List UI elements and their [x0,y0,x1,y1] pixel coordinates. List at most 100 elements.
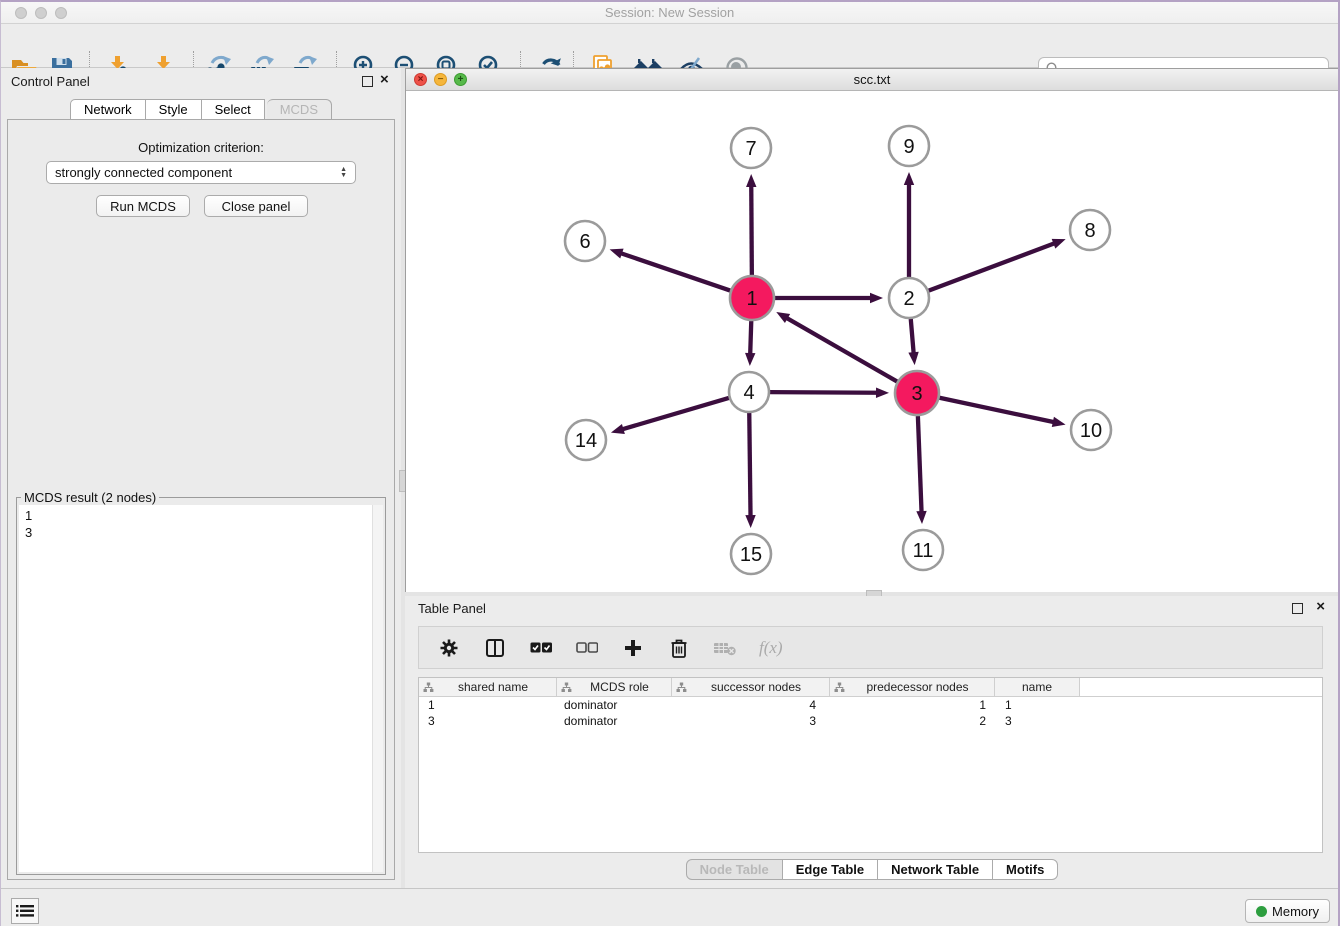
close-table-panel-button[interactable]: × [1316,598,1325,615]
cell-predecessor-nodes[interactable]: 1 [830,698,995,712]
unselect-all-columns-button[interactable] [575,636,599,660]
mcds-result-text[interactable]: 1 3 [19,505,383,872]
graph-node-4[interactable]: 4 [729,372,769,412]
column-label: MCDS role [572,680,667,694]
delete-column-button[interactable] [667,636,691,660]
table-tabs: Node Table Edge Table Network Table Moti… [405,859,1339,880]
function-builder-button: f(x) [759,638,783,658]
node-table: shared name MCDS role successor nodes [418,677,1323,853]
window-title: Session: New Session [1,5,1338,20]
tab-edge-table[interactable]: Edge Table [783,859,878,880]
column-label: shared name [434,680,552,694]
graph-node-1[interactable]: 1 [730,276,774,320]
graph-node-9[interactable]: 9 [889,126,929,166]
memory-label: Memory [1272,904,1319,919]
network-canvas[interactable]: 7 9 6 8 1 2 4 3 14 10 15 11 [406,91,1338,592]
mcds-panel: Optimization criterion: strongly connect… [7,119,395,880]
tab-select[interactable]: Select [202,99,265,120]
svg-text:9: 9 [903,136,914,158]
float-table-panel-button[interactable] [1292,603,1303,614]
svg-text:2: 2 [903,288,914,310]
tab-network-table[interactable]: Network Table [878,859,993,880]
graph-node-15[interactable]: 15 [731,534,771,574]
column-header-successor-nodes[interactable]: successor nodes [672,678,830,696]
plus-icon [623,638,643,658]
graph-node-7[interactable]: 7 [731,128,771,168]
svg-text:6: 6 [579,231,590,253]
cell-name[interactable]: 1 [995,698,1080,712]
cell-mcds-role[interactable]: dominator [557,698,672,712]
split-table-view-button[interactable] [483,636,507,660]
graph-node-2[interactable]: 2 [889,278,929,318]
result-scrollbar[interactable] [372,505,383,872]
mcds-result-group: MCDS result (2 nodes) 1 3 [16,497,386,875]
cell-predecessor-nodes[interactable]: 2 [830,714,995,728]
svg-text:11: 11 [913,540,934,562]
main-toolbar [1,24,1338,68]
close-panel-action-button[interactable]: Close panel [204,195,308,217]
svg-text:3: 3 [911,383,922,405]
table-panel-title: Table Panel [418,601,486,616]
table-row[interactable]: 3 dominator 3 2 3 [419,713,1322,729]
add-column-button[interactable] [621,636,645,660]
split-columns-icon [485,638,505,658]
tab-node-table[interactable]: Node Table [686,859,783,880]
unchecked-boxes-icon [576,642,598,654]
svg-text:10: 10 [1080,420,1102,442]
svg-text:8: 8 [1084,220,1095,242]
select-stepper-icon: ▲▼ [340,167,347,179]
memory-status-icon [1256,906,1267,917]
table-panel: Table Panel × [405,596,1339,888]
column-label: predecessor nodes [845,680,990,694]
cell-name[interactable]: 3 [995,714,1080,728]
tab-style[interactable]: Style [146,99,202,120]
svg-text:1: 1 [746,288,757,310]
column-header-mcds-role[interactable]: MCDS role [557,678,672,696]
graph-node-3[interactable]: 3 [895,371,939,415]
svg-text:14: 14 [575,430,597,452]
optimization-criterion-value: strongly connected component [55,165,232,180]
cell-shared-name[interactable]: 1 [419,698,557,712]
optimization-criterion-select[interactable]: strongly connected component ▲▼ [46,161,356,184]
close-panel-button[interactable]: × [380,71,389,88]
cell-mcds-role[interactable]: dominator [557,714,672,728]
run-mcds-label: Run MCDS [110,199,176,214]
table-settings-button[interactable] [437,636,461,660]
column-type-icon [423,682,434,693]
run-mcds-button[interactable]: Run MCDS [96,195,190,217]
graph-node-8[interactable]: 8 [1070,210,1110,250]
cell-successor-nodes[interactable]: 3 [672,714,830,728]
column-label: name [999,680,1075,694]
task-history-button[interactable] [11,898,39,924]
delete-table-button [713,636,737,660]
tab-mcds[interactable]: MCDS [267,99,332,120]
app-window: Session: New Session [0,0,1340,926]
cell-shared-name[interactable]: 3 [419,714,557,728]
memory-button[interactable]: Memory [1245,899,1330,923]
column-header-predecessor-nodes[interactable]: predecessor nodes [830,678,995,696]
select-all-columns-button[interactable] [529,636,553,660]
mcds-result-title: MCDS result (2 nodes) [21,490,159,505]
gear-icon [439,638,459,658]
column-type-icon [834,682,845,693]
network-window-title: scc.txt [406,72,1338,87]
network-window-titlebar: × − + scc.txt [406,69,1338,91]
control-panel: Control Panel × Network Style Select MCD… [1,68,401,888]
column-header-shared-name[interactable]: shared name [419,678,557,696]
network-view-window: × − + scc.txt 7 9 6 8 1 2 4 3 14 10 15 11 [405,68,1339,592]
table-row[interactable]: 1 dominator 4 1 1 [419,697,1322,713]
svg-text:4: 4 [743,382,754,404]
svg-text:7: 7 [745,138,756,160]
cell-successor-nodes[interactable]: 4 [672,698,830,712]
optimization-criterion-label: Optimization criterion: [8,140,394,155]
float-panel-button[interactable] [362,76,373,87]
network-graph[interactable]: 7 9 6 8 1 2 4 3 14 10 15 11 [406,91,1338,592]
graph-node-14[interactable]: 14 [566,420,606,460]
tab-network[interactable]: Network [70,99,146,120]
tab-motifs[interactable]: Motifs [993,859,1058,880]
graph-node-11[interactable]: 11 [903,530,943,570]
status-bar: Memory [1,888,1338,926]
graph-node-6[interactable]: 6 [565,221,605,261]
column-header-name[interactable]: name [995,678,1080,696]
graph-node-10[interactable]: 10 [1071,410,1111,450]
